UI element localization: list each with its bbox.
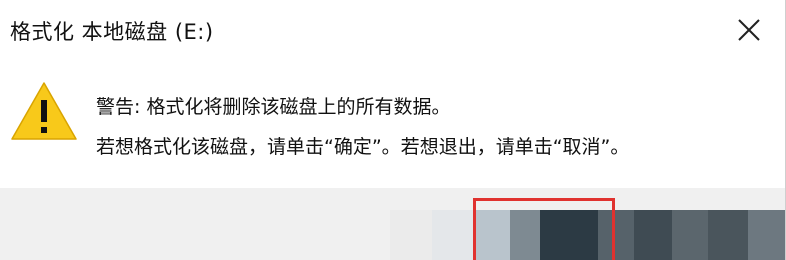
dialog-title: 格式化 本地磁盘 (E:) (10, 20, 214, 44)
instruction-message: 若想格式化该磁盘，请单击“确定”。若想退出，请单击“取消”。 (96, 136, 630, 158)
close-button[interactable] (727, 8, 771, 52)
blurred-region (748, 210, 785, 260)
warning-message: 警告: 格式化将删除该磁盘上的所有数据。 (96, 96, 451, 118)
blurred-region (432, 210, 476, 260)
blurred-region (672, 210, 708, 260)
blurred-region (708, 210, 748, 260)
warning-icon (11, 82, 77, 140)
format-disk-dialog: 格式化 本地磁盘 (E:) 警告: 格式化将删除该磁盘上的所有数据。 若想格式化… (0, 0, 786, 260)
blurred-region (634, 210, 672, 260)
button-bar (0, 188, 785, 260)
close-icon (738, 19, 760, 41)
ok-button[interactable] (473, 198, 615, 260)
blurred-region (390, 210, 432, 260)
